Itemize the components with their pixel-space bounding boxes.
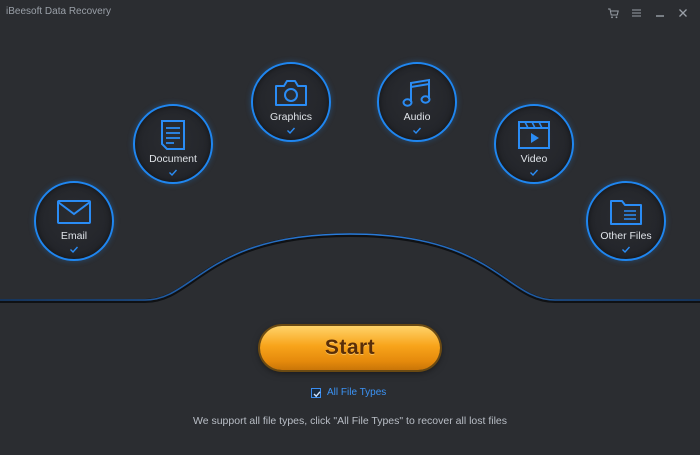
all-file-types-label: All File Types [327,387,387,398]
file-type-graphics[interactable]: Graphics [251,62,331,142]
checkmark-icon [169,169,178,176]
video-icon [518,121,550,149]
checkmark-icon [287,127,296,134]
checkmark-icon [413,127,422,134]
file-type-label: Graphics [269,111,312,123]
camera-icon [275,80,307,106]
file-type-label: Video [520,153,548,165]
music-note-icon [402,78,431,107]
start-button-label: Start [324,336,376,359]
checkmark-icon [622,246,631,253]
file-type-audio[interactable]: Audio [377,62,457,142]
checkmark-icon [313,390,321,397]
file-type-label: Email [60,230,88,242]
support-text: We support all file types, click "All Fi… [192,415,507,427]
document-icon [161,120,185,150]
start-button[interactable]: Start [260,326,440,370]
file-type-document[interactable]: Document [133,104,213,184]
file-type-video[interactable]: Video [494,104,574,184]
file-type-email[interactable]: Email [34,181,114,261]
file-type-label: Audio [403,111,431,123]
file-type-label: Document [149,153,197,165]
email-icon [57,200,91,224]
all-file-types-toggle[interactable]: All File Types [311,387,386,398]
checkmark-icon [70,246,79,253]
folder-icon [610,200,642,225]
file-type-label: Other Files [600,230,652,242]
checkmark-icon [530,169,539,176]
all-file-types-checkbox[interactable] [311,387,321,398]
file-type-other-files[interactable]: Other Files [586,181,666,261]
